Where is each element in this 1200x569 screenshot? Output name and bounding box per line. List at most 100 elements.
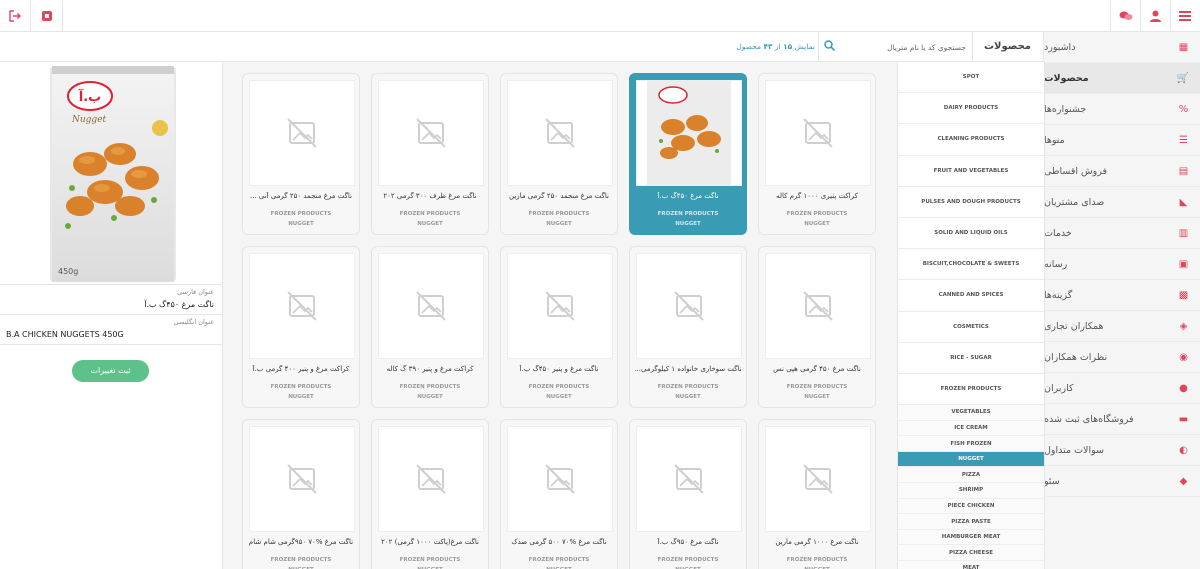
product-subcategory: NUGGET <box>804 221 830 227</box>
category-item[interactable]: DAIRY PRODUCTS <box>898 93 1044 125</box>
product-name: ناگت سوخاری خانواده ۱ کیلوگرمی... <box>634 365 742 373</box>
sidebar-item-3[interactable]: ☰ منوها ⌄ <box>1044 125 1200 156</box>
product-card[interactable]: ناگت مرغ(پاکت ۱۰۰۰ گرمی) ۲۰۲ FROZEN PRODU… <box>371 419 489 569</box>
subcategory-item[interactable]: HAMBURGER MEAT <box>898 529 1044 546</box>
save-button[interactable]: ثبت تغییرات <box>72 360 149 382</box>
product-detail-panel: ب.آ Nugget 450g عنوان فارسی ناگت مرغ ۴۵۰… <box>0 62 223 569</box>
sidebar-item-8[interactable]: ▩ گزینه‌ها <box>1044 280 1200 311</box>
product-category: FROZEN PRODUCTS <box>399 384 461 390</box>
product-grid: کراکت پنیری ۱۰۰۰ گرم کاله FROZEN PRODUCTS… <box>223 62 897 569</box>
product-name: ناگت مرغ %۷۰ ۹۵۰گرمی شام شام <box>248 538 354 546</box>
sidebar-item-label: گزینه‌ها <box>1044 289 1073 301</box>
product-card[interactable]: ناگت مرغ منجمد ۲۵۰ گرمی مارین FROZEN PROD… <box>500 73 618 235</box>
handshake-icon: ◈ <box>1179 321 1188 332</box>
sidebar-item-1[interactable]: 🛒 محصولات <box>1044 63 1200 94</box>
sidebar-item-9[interactable]: ◈ همکاران تجاری <box>1044 311 1200 342</box>
category-item[interactable]: FRUIT AND VEGETABLES <box>898 156 1044 187</box>
top-bar <box>0 0 1200 32</box>
sidebar-item-13[interactable]: ◐ سوالات متداول <box>1044 435 1200 466</box>
category-item[interactable]: FROZEN PRODUCTS <box>898 374 1044 406</box>
svg-text:ب.آ: ب.آ <box>78 88 101 105</box>
product-card[interactable]: ناگت مرغ ۴۵۰ گرمی هپی نس FROZEN PRODUCTS N… <box>758 246 876 408</box>
sidebar-item-label: همکاران تجاری <box>1044 320 1104 332</box>
category-item[interactable]: BISCUIT,CHOCOLATE & SWEETS <box>898 249 1044 281</box>
app-icon[interactable] <box>32 0 62 32</box>
product-name: ناگت مرغ(پاکت ۱۰۰۰ گرمی) ۲۰۲ <box>381 538 479 546</box>
search-input[interactable]: جستجوی کد یا نام متریال <box>818 32 973 62</box>
product-card[interactable]: کراکت مرغ و پنیر ۳۹۰ گ کاله FROZEN PRODUC… <box>371 246 489 408</box>
sidebar-item-10[interactable]: ◉ نظرات همکاران <box>1044 342 1200 373</box>
subcategory-item[interactable]: PIZZA <box>898 467 1044 484</box>
category-item[interactable]: CLEANING PRODUCTS <box>898 124 1044 156</box>
category-item[interactable]: PULSES AND DOUGH PRODUCTS <box>898 187 1044 218</box>
subcategory-item[interactable]: PIZZA CHEESE <box>898 545 1044 561</box>
sidebar-item-label: کاربران <box>1044 382 1074 394</box>
image-placeholder-icon <box>378 80 484 186</box>
en-title-input[interactable]: B.A CHICKEN NUGGETS 450G <box>6 330 124 339</box>
chat-icon[interactable] <box>1111 0 1141 32</box>
category-item[interactable]: CANNED AND SPICES <box>898 280 1044 312</box>
services-icon: ▥ <box>1178 228 1189 239</box>
product-card[interactable]: ناگت مرغ ۱۰۰۰ گرمی مارینFROZEN PRODUCTSN… <box>758 419 876 569</box>
image-placeholder-icon <box>507 253 613 359</box>
product-category: FROZEN PRODUCTS <box>657 211 719 217</box>
category-list: SPOT DAIRY PRODUCTS CLEANING PRODUCTS FRUIT… <box>897 62 1045 569</box>
sidebar-item-label: رسانه <box>1044 258 1068 270</box>
sidebar-item-0[interactable]: ▦ داشبورد <box>1044 32 1200 63</box>
content-header: محصولات جستجوی کد یا نام متریال نمایش ۱۵… <box>0 32 1045 62</box>
subcategory-item[interactable]: VEGETABLES <box>898 405 1044 421</box>
category-item[interactable]: COSMETICS <box>898 312 1044 343</box>
category-item[interactable]: SOLID AND LIQUID OILS <box>898 218 1044 250</box>
product-name: ناگت مرغ ظرف ۳۰۰ گرمی ۲۰۲ <box>383 192 477 200</box>
product-category: FROZEN PRODUCTS <box>528 384 590 390</box>
seo-icon: ◆ <box>1179 476 1188 487</box>
menu-icon[interactable] <box>1170 0 1200 32</box>
product-card[interactable]: کراکت مرغ و پنیر ۴۰۰ گرمی ب.آ FROZEN PROD… <box>242 246 360 408</box>
sidebar-item-6[interactable]: ▥ خدمات <box>1044 218 1200 249</box>
sidebar-item-12[interactable]: ▬ فروشگاه‌های ثبت شده <box>1044 404 1200 435</box>
subcategory-item[interactable]: PIECE CHICKEN <box>898 498 1044 515</box>
sidebar-item-11[interactable]: ● کاربران <box>1044 373 1200 404</box>
sidebar-item-4[interactable]: ▤ فروش اقساطی <box>1044 156 1200 187</box>
subcategory-item[interactable]: FISH FROZEN <box>898 436 1044 452</box>
image-placeholder-icon <box>765 253 871 359</box>
product-card[interactable]: ناگت مرغ %۷۰ ۹۵۰گرمی شام شام FROZEN PRODU… <box>242 419 360 569</box>
product-category: FROZEN PRODUCTS <box>399 211 461 217</box>
product-category: FROZEN PRODUCTS <box>528 211 590 217</box>
image-placeholder-icon <box>765 80 871 186</box>
product-subcategory: NUGGET <box>804 394 830 400</box>
image-placeholder-icon <box>507 426 613 532</box>
image-placeholder-icon <box>249 80 355 186</box>
search-icon[interactable] <box>822 40 836 54</box>
image-placeholder-icon <box>765 426 871 532</box>
user-icon[interactable] <box>1140 0 1170 32</box>
fa-title-input[interactable]: ناگت مرغ ۴۵۰گ ب.آ <box>144 300 214 309</box>
product-card[interactable]: ناگت مرغ %۷۰ ۵۰۰ گرمی صدک FROZEN PRODUCTS… <box>500 419 618 569</box>
sidebar-item-7[interactable]: ▣ رسانه <box>1044 249 1200 280</box>
category-item[interactable]: SPOT <box>898 62 1044 94</box>
product-name: ناگت مرغ ۹۵۰گ ب.آ <box>657 538 719 546</box>
product-card[interactable]: کراکت پنیری ۱۰۰۰ گرم کاله FROZEN PRODUCTS… <box>758 73 876 235</box>
subcategory-item[interactable]: SHRIMP <box>898 483 1044 499</box>
menu-icon: ☰ <box>1179 135 1188 146</box>
sidebar-item-label: صدای مشتریان <box>1044 196 1105 208</box>
product-category: FROZEN PRODUCTS <box>270 384 332 390</box>
product-card[interactable]: ناگت مرغ منجمد ۲۵۰ گرمی آنی ... FROZEN PR… <box>242 73 360 235</box>
subcategory-item[interactable]: ICE CREAM <box>898 420 1044 437</box>
sidebar-item-5[interactable]: ◣ صدای مشتریان <box>1044 187 1200 218</box>
subcategory-item[interactable]: PIZZA PASTE <box>898 514 1044 530</box>
product-card[interactable]: ناگت سوخاری خانواده ۱ کیلوگرمی... FROZEN … <box>629 246 747 408</box>
product-name: ناگت مرغ ۴۵۰ گرمی هپی نس <box>773 365 861 373</box>
product-card[interactable]: ناگت مرغ ۹۵۰گ ب.آFROZEN PRODUCTSNUGGET <box>629 419 747 569</box>
logout-icon[interactable] <box>0 0 30 32</box>
product-card[interactable]: ناگت مرغ ۴۵۰گ ب.آ FROZEN PRODUCTS NUGGET <box>629 73 747 235</box>
category-item[interactable]: RICE - SUGAR <box>898 343 1044 374</box>
image-placeholder-icon <box>249 426 355 532</box>
subcategory-item[interactable]: MEAT <box>898 561 1044 569</box>
sidebar-item-2[interactable]: % جشنواره‌ها <box>1044 94 1200 125</box>
sidebar-item-label: خدمات <box>1044 227 1072 239</box>
product-card[interactable]: ناگت مرغ ظرف ۳۰۰ گرمی ۲۰۲ FROZEN PRODUCTS… <box>371 73 489 235</box>
product-card[interactable]: ناگت مرغ و پنیر ۴۵۰گ ب.آ FROZEN PRODUCTS N… <box>500 246 618 408</box>
subcategory-item[interactable]: NUGGET <box>898 451 1044 468</box>
sidebar-item-14[interactable]: ◆ سئو <box>1044 466 1200 497</box>
